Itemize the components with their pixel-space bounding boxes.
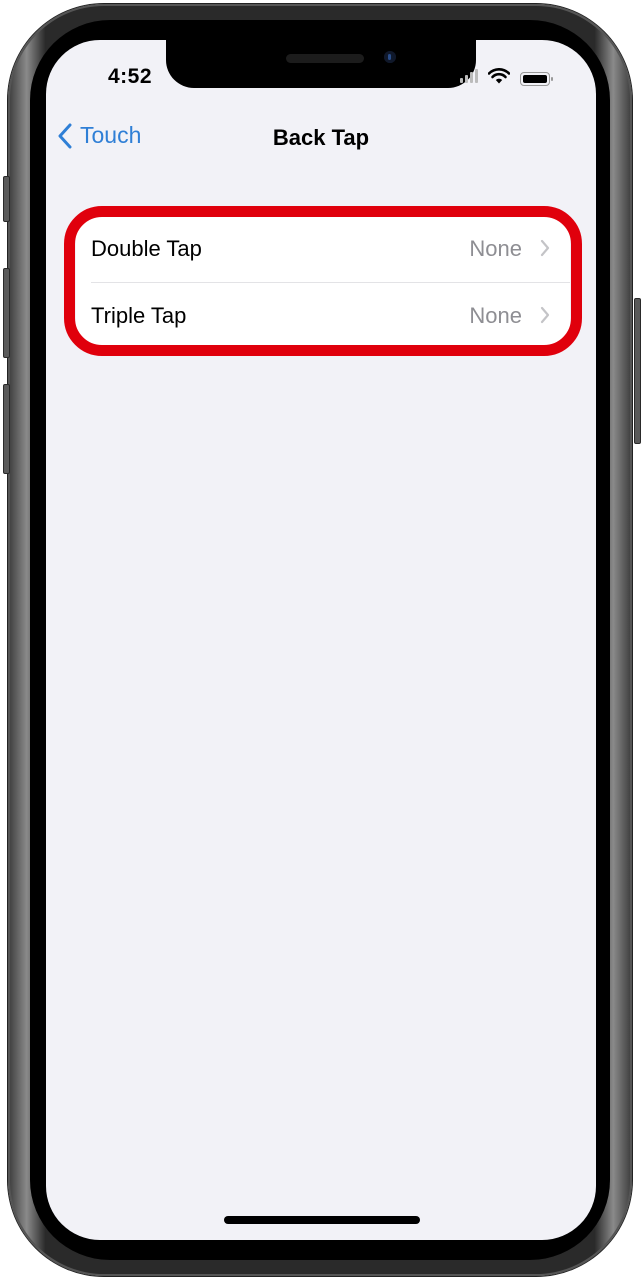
wifi-icon [487,68,511,89]
mute-switch [3,176,10,222]
screen: 4:52 Touch Back Tap Double Tap None Trip… [46,40,596,1240]
navigation-bar: Touch Back Tap [46,120,596,160]
status-icons [460,68,553,89]
side-button [634,298,641,444]
front-camera-icon [384,51,396,63]
notch [166,40,476,88]
highlight-annotation [64,206,582,356]
status-time: 4:52 [108,65,153,88]
cellular-signal-icon [460,69,478,88]
page-title: Back Tap [272,125,370,150]
volume-down-button [3,384,10,474]
volume-up-button [3,268,10,358]
battery-icon [520,71,553,86]
speaker-grille [286,54,364,63]
home-indicator[interactable] [224,1216,420,1224]
